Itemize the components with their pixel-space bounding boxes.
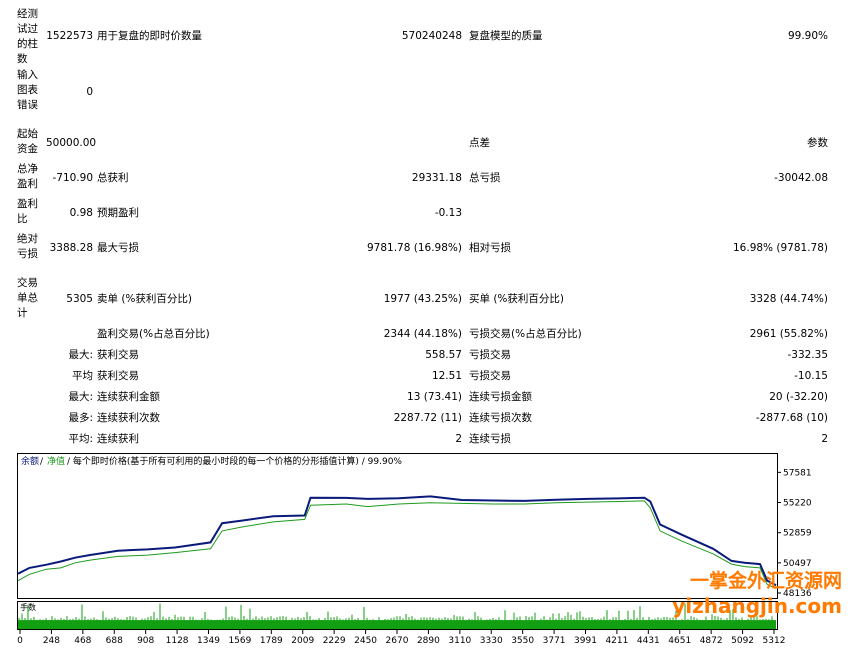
total-net-profit-value: -710.90: [52, 172, 93, 184]
x-tick-label: 248: [43, 636, 60, 646]
largest-profit-value: 558.57: [425, 349, 462, 361]
x-tick-label: 2670: [386, 636, 409, 646]
x-tick-label: 0: [17, 636, 23, 646]
relative-drawdown-label: 相对亏损: [469, 242, 511, 254]
average-consecutive-losses-value: 2: [821, 433, 828, 445]
x-tick-label: 2229: [323, 636, 346, 646]
chart-modelling-note: / 每个即时价格(基于所有可利用的最小时段的每一个价格的分形插值计算) / 99…: [67, 455, 402, 467]
spread-label: 点差: [469, 137, 490, 149]
maximal-drawdown-value: 9781.78 (16.98%): [367, 242, 462, 254]
x-tick-label: 4872: [700, 636, 723, 646]
max-consecutive-amount-losses-value: -2877.68 (10): [755, 412, 828, 424]
maximal-drawdown-label: 最大亏损: [97, 242, 139, 254]
x-tick-label: 3550: [511, 636, 534, 646]
legend-equity: 净值: [47, 455, 65, 467]
x-tick-label: 908: [137, 636, 154, 646]
short-positions-value: 1977 (43.25%): [383, 293, 462, 305]
profit-trades-label: 盈利交易(%占总百分比): [97, 328, 210, 340]
profit-factor-value: 0.98: [69, 207, 93, 219]
x-tick-label: 1128: [166, 636, 189, 646]
x-tick-label: 4431: [637, 636, 660, 646]
max-consecutive-amount-prefix: 最多:: [68, 412, 93, 424]
x-tick-label: 3991: [574, 636, 597, 646]
average-consecutive-losses-label: 连续亏损: [469, 433, 511, 445]
x-tick-label: 2450: [354, 636, 377, 646]
absolute-drawdown-value: 3388.28: [49, 242, 93, 254]
average-profit-value: 12.51: [431, 370, 462, 382]
total-trades-value: 5305: [66, 293, 93, 305]
average-profit-label: 获利交易: [97, 370, 139, 382]
gross-profit-label: 总获利: [97, 172, 129, 184]
max-consecutive-losses-label: 连续亏损金额: [469, 391, 532, 403]
x-tick-label: 1789: [260, 636, 283, 646]
total-net-profit-label: 总净 盈利: [17, 163, 38, 190]
average-consecutive-wins-label: 连续获利: [97, 433, 139, 445]
y-tick-label: 52859: [783, 529, 812, 539]
x-tick-label: 2890: [417, 636, 440, 646]
y-tick-label: 57581: [783, 468, 812, 478]
max-consecutive-prefix: 最大:: [68, 391, 93, 403]
gross-loss-label: 总亏损: [469, 172, 501, 184]
loss-trades-label: 亏损交易(%占总百分比): [469, 328, 582, 340]
x-tick-label: 4211: [605, 636, 628, 646]
average-prefix: 平均: [72, 370, 93, 382]
average-loss-value: -10.15: [794, 370, 828, 382]
long-positions-value: 3328 (44.74%): [749, 293, 828, 305]
initial-deposit-value: 50000.00: [46, 137, 97, 149]
x-tick-label: 4651: [668, 636, 691, 646]
x-tick-label: 5312: [763, 636, 786, 646]
max-consecutive-losses-value: 20 (-32.20): [769, 391, 828, 403]
max-consecutive-wins-value: 13 (73.41): [407, 391, 462, 403]
largest-prefix: 最大:: [68, 349, 93, 361]
chart-header: 余额 / 净值 / 每个即时价格(基于所有可利用的最小时段的每一个价格的分形插值…: [21, 455, 402, 467]
initial-deposit-label: 起始 资金: [17, 128, 38, 155]
max-consecutive-wins-label: 连续获利金额: [97, 391, 160, 403]
gross-loss-value: -30042.08: [774, 172, 828, 184]
ticks-modelled-value: 570240248: [401, 30, 462, 42]
relative-drawdown-value: 16.98% (9781.78): [733, 242, 828, 254]
profit-factor-label: 盈利 比: [17, 198, 38, 225]
short-positions-label: 卖单 (%获利百分比): [97, 293, 193, 305]
x-tick-label: 5092: [731, 636, 754, 646]
absolute-drawdown-label: 绝对 亏损: [17, 233, 38, 260]
total-trades-label: 交易 单总 计: [17, 277, 38, 319]
watermark-url: yizhangjin.com: [672, 594, 842, 618]
modelling-quality-value: 99.90%: [787, 30, 828, 42]
x-tick-label: 3110: [448, 636, 471, 646]
x-tick-label: 3330: [480, 636, 503, 646]
modelling-quality-label: 复盘模型的质量: [469, 30, 543, 42]
max-consecutive-amount-wins-label: 连续获利次数: [97, 412, 160, 424]
gross-profit-value: 29331.18: [411, 172, 462, 184]
max-consecutive-amount-wins-value: 2287.72 (11): [393, 412, 462, 424]
y-tick-label: 55220: [783, 499, 812, 509]
loss-trades-value: 2961 (55.82%): [749, 328, 828, 340]
legend-balance: 余额: [21, 455, 39, 467]
x-tick-label: 688: [106, 636, 123, 646]
profit-trades-value: 2344 (44.18%): [383, 328, 462, 340]
x-tick-label: 468: [74, 636, 91, 646]
x-tick-label: 2009: [291, 636, 314, 646]
ticks-modelled-label: 用于复盘的即时价数量: [97, 30, 202, 42]
x-tick-label: 1569: [228, 636, 251, 646]
mismatched-errors-label: 输入 图表 错误: [17, 69, 38, 111]
x-tick-label: 1349: [197, 636, 220, 646]
x-tick-label: 3771: [543, 636, 566, 646]
average-consecutive-prefix: 平均:: [68, 433, 93, 445]
max-consecutive-amount-losses-label: 连续亏损次数: [469, 412, 532, 424]
average-loss-label: 亏损交易: [469, 370, 511, 382]
report-table: 经测 试过 的柱 数 1522573 用于复盘的即时价数量 570240248 …: [0, 0, 854, 450]
largest-loss-value: -332.35: [787, 349, 828, 361]
spread-value: 参数: [807, 137, 828, 149]
expected-payoff-value: -0.13: [434, 207, 462, 219]
long-positions-label: 买单 (%获利百分比): [469, 293, 565, 305]
expected-payoff-label: 预期盈利: [97, 207, 139, 219]
watermark-title: 一掌金外汇资源网: [689, 570, 842, 592]
mismatched-errors-value: 0: [86, 86, 93, 98]
average-consecutive-wins-value: 2: [455, 433, 462, 445]
bars-tested-label: 经测 试过 的柱 数: [17, 8, 38, 65]
largest-loss-label: 亏损交易: [469, 349, 511, 361]
largest-profit-label: 获利交易: [97, 349, 139, 361]
bars-tested-value: 1522573: [46, 30, 93, 42]
